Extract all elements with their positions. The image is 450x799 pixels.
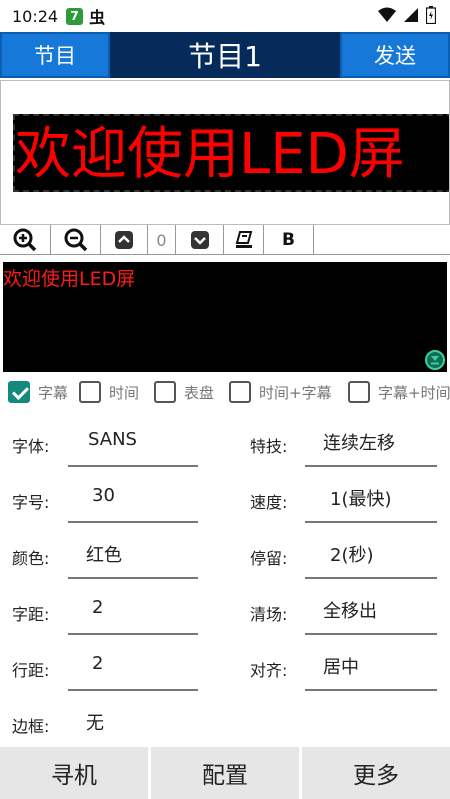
battery-icon	[426, 6, 436, 24]
title-bar: 节目 节目1 发送	[0, 32, 450, 78]
status-time: 10:24	[12, 6, 59, 26]
checkbox-subtitle-time[interactable]: 字幕+时间	[348, 378, 450, 406]
checkbox-subtitle[interactable]: 字幕	[8, 378, 68, 406]
line-spacing-value[interactable]: 2	[92, 653, 103, 674]
form-row: 字号: 30 速度: 1(最快)	[0, 471, 450, 527]
notification-badge: 7	[66, 7, 84, 25]
font-underline	[68, 465, 198, 467]
form-row: 颜色: 红色 停留: 2(秒)	[0, 527, 450, 583]
color-label: 颜色:	[12, 549, 50, 568]
checkbox-time[interactable]: 时间	[79, 378, 139, 406]
speed-label: 速度:	[250, 493, 288, 512]
double-down-icon	[431, 356, 439, 365]
size-underline	[68, 521, 198, 523]
form-row: 字距: 2 清场: 全移出	[0, 583, 450, 639]
stay-label: 停留:	[250, 549, 288, 568]
line-spacing-label: 行距:	[12, 661, 50, 680]
clear-value[interactable]: 全移出	[323, 597, 377, 623]
form-row: 边框: 无	[0, 695, 450, 751]
bug-icon: 虫	[89, 8, 106, 27]
speed-underline	[305, 521, 437, 523]
clear-underline	[305, 633, 437, 635]
editor-text: 欢迎使用LED屏	[3, 268, 136, 290]
value-up-button[interactable]	[101, 225, 148, 255]
spacing-value[interactable]: 2	[92, 597, 103, 618]
checkbox-unchecked[interactable]	[79, 381, 101, 403]
expand-down-icon[interactable]	[425, 350, 445, 370]
page-title: 节目1	[188, 40, 262, 73]
display-mode-checkboxes: 字幕 时间 表盘 时间+字幕 字幕+时间	[0, 378, 450, 406]
effect-underline	[305, 465, 437, 467]
bold-button[interactable]: B	[264, 225, 314, 255]
checkbox-label: 时间	[109, 383, 140, 402]
speed-value[interactable]: 1(最快)	[330, 485, 392, 511]
edit-toolbar: 0 B	[0, 225, 450, 255]
stay-value[interactable]: 2(秒)	[330, 541, 374, 567]
bold-label: B	[282, 230, 295, 250]
status-icons	[378, 6, 436, 24]
chevron-up-icon	[115, 231, 133, 249]
stay-underline	[305, 577, 437, 579]
eraser-icon	[235, 231, 252, 248]
effect-label: 特技:	[250, 437, 288, 456]
config-button[interactable]: 配置	[151, 747, 299, 799]
size-label: 字号:	[12, 493, 50, 512]
led-screen: 欢迎使用LED屏	[13, 114, 449, 192]
text-editor[interactable]: 欢迎使用LED屏	[3, 262, 447, 372]
checkbox-dial[interactable]: 表盘	[154, 378, 214, 406]
size-value[interactable]: 30	[92, 485, 115, 506]
zoom-in-button[interactable]	[0, 225, 51, 255]
led-preview: 欢迎使用LED屏	[0, 80, 450, 225]
checkbox-time-subtitle[interactable]: 时间+字幕	[229, 378, 332, 406]
align-label: 对齐:	[250, 661, 288, 680]
signal-icon	[404, 8, 418, 22]
clear-label: 清场:	[250, 605, 288, 624]
form-row: 字体: SANS 特技: 连续左移	[0, 415, 450, 471]
status-bar: 10:24 7 虫	[0, 0, 450, 32]
toolbar-value: 0	[156, 230, 167, 250]
spacing-underline	[68, 633, 198, 635]
border-label: 边框:	[12, 717, 50, 736]
zoom-out-button[interactable]	[51, 225, 101, 255]
font-label: 字体:	[12, 437, 50, 456]
chevron-down-icon	[190, 231, 209, 249]
program-button[interactable]: 节目	[0, 32, 110, 78]
led-preview-text: 欢迎使用LED屏	[15, 122, 405, 187]
search-device-button[interactable]: 寻机	[0, 747, 148, 799]
zoom-out-icon	[64, 228, 87, 252]
border-value[interactable]: 无	[86, 709, 104, 735]
checkbox-unchecked[interactable]	[348, 381, 370, 403]
spacing-label: 字距:	[12, 605, 50, 624]
checkbox-unchecked[interactable]	[229, 381, 251, 403]
more-button[interactable]: 更多	[302, 747, 450, 799]
bottom-bar: 寻机 配置 更多	[0, 747, 450, 799]
value-display: 0	[148, 225, 176, 255]
effect-value[interactable]: 连续左移	[323, 429, 395, 455]
color-value[interactable]: 红色	[86, 541, 122, 567]
align-underline	[305, 689, 437, 691]
checkbox-label: 字幕	[38, 383, 69, 402]
clear-format-button[interactable]	[224, 225, 264, 255]
zoom-in-icon	[13, 228, 37, 252]
checkbox-unchecked[interactable]	[154, 381, 176, 403]
wifi-icon	[378, 7, 396, 22]
send-button[interactable]: 发送	[340, 32, 450, 78]
form-row: 行距: 2 对齐: 居中	[0, 639, 450, 695]
line-spacing-underline	[68, 689, 198, 691]
checkbox-checked[interactable]	[8, 381, 30, 403]
font-value[interactable]: SANS	[88, 429, 137, 450]
value-down-button[interactable]	[176, 225, 224, 255]
align-value[interactable]: 居中	[323, 653, 359, 679]
checkbox-label: 字幕+时间	[378, 383, 450, 402]
checkbox-label: 时间+字幕	[259, 383, 332, 402]
checkbox-label: 表盘	[184, 383, 215, 402]
color-underline	[68, 577, 198, 579]
